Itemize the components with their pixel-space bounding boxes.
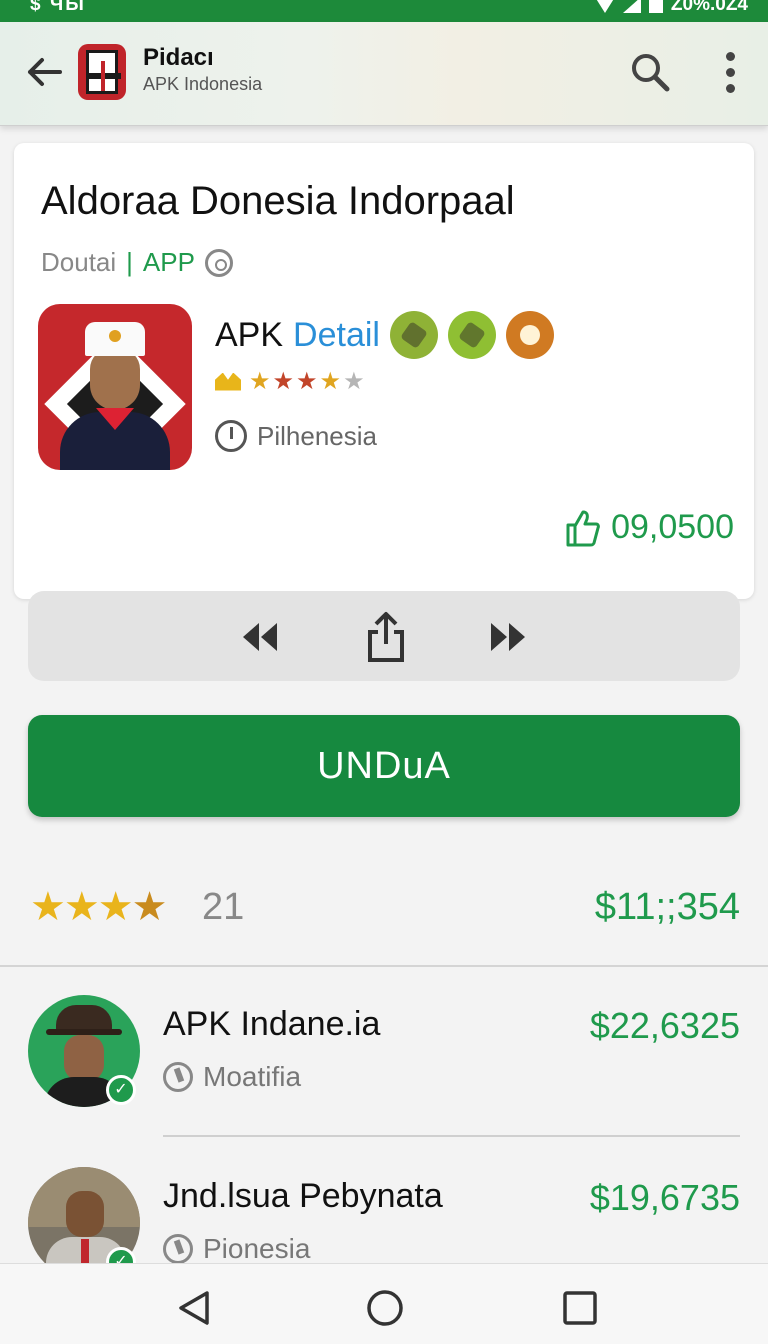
- likes-count[interactable]: 09,0500: [565, 508, 734, 547]
- app-rating: ★ ★ ★ ★ ★: [215, 367, 365, 396]
- status-left: $ ЧЫ: [30, 0, 86, 15]
- fast-forward-icon: [491, 623, 525, 651]
- status-right: Z0%.0Z4: [594, 0, 748, 16]
- more-dot: [725, 83, 735, 93]
- crown-icon: [215, 372, 241, 391]
- rewind-icon: [243, 623, 277, 651]
- nav-recents-button[interactable]: [560, 1288, 600, 1328]
- more-dot: [725, 67, 735, 77]
- more-options-button[interactable]: [712, 50, 748, 94]
- star-icon: ★: [249, 368, 271, 395]
- star-half-icon: ★: [131, 885, 168, 929]
- apk-label: APK: [215, 315, 284, 354]
- app-detail-card: Aldoraa Donesia Indorpaal Doutai | APP A…: [14, 143, 754, 599]
- region-label: Pilhenesia: [257, 420, 377, 451]
- back-button[interactable]: [22, 50, 66, 94]
- app-title: Pidacı: [143, 44, 214, 71]
- star-icon: ★: [97, 885, 134, 929]
- battery-icon: [648, 0, 663, 13]
- nav-back-icon: [179, 1291, 209, 1325]
- thumbs-up-icon: [566, 510, 600, 546]
- star-empty-icon: ★: [343, 368, 365, 395]
- detail-link[interactable]: Detail: [293, 316, 380, 355]
- rating-summary: ★ ★ ★ ★ 21 $11;;354: [28, 880, 740, 936]
- more-vert-icon: [725, 51, 735, 61]
- star-icon: ★: [272, 368, 295, 395]
- developer-link[interactable]: Doutai: [41, 247, 116, 278]
- verified-check-icon: ✓: [106, 1075, 136, 1105]
- region-row: Pilhenesia: [215, 420, 377, 452]
- app-type-label: APP: [142, 247, 195, 277]
- compass-badge-icon: [505, 311, 554, 359]
- summary-price: $11;;354: [594, 886, 740, 928]
- nav-back-button[interactable]: [174, 1288, 214, 1328]
- wifi-icon: [594, 0, 615, 13]
- app-logo: [78, 44, 126, 100]
- fast-forward-button[interactable]: [480, 609, 536, 665]
- nav-home-button[interactable]: [365, 1288, 405, 1328]
- app-bar: Pidacı APK Indonesia: [0, 22, 768, 126]
- app-meta: Doutai | APP: [41, 247, 233, 278]
- list-item-sub: Moatifia: [163, 1061, 301, 1093]
- list-item-sub-label: Pionesia: [203, 1233, 311, 1264]
- bird-badge-icon: [447, 311, 496, 359]
- app-name-heading: Aldoraa Donesia Indorpaal: [41, 179, 515, 223]
- meta-separator: |: [126, 247, 133, 277]
- list-item-name: Jnd.lsua Pebynata: [163, 1177, 443, 1215]
- action-controls: [28, 591, 740, 681]
- review-count: 21: [202, 886, 245, 928]
- rewind-button[interactable]: [232, 609, 288, 665]
- status-battery-text: Z0%.0Z4: [670, 0, 748, 15]
- share-icon: [368, 612, 404, 662]
- clock-icon: [215, 420, 247, 452]
- star-icon: ★: [63, 885, 100, 929]
- leaf-badge-icon: [389, 311, 438, 359]
- section-divider: [0, 965, 768, 967]
- nav-recents-icon: [563, 1291, 597, 1325]
- system-nav-bar: [0, 1263, 768, 1344]
- app-icon-large: [38, 304, 192, 470]
- search-button[interactable]: [628, 50, 672, 94]
- list-item-sub-label: Moatifia: [203, 1061, 302, 1092]
- nav-home-icon: [367, 1290, 403, 1326]
- share-button[interactable]: [358, 609, 414, 665]
- back-arrow-icon: [28, 58, 62, 86]
- list-divider: [163, 1135, 740, 1137]
- list-item-price: $22,6325: [589, 1005, 740, 1046]
- star-icon: ★: [30, 885, 66, 929]
- sync-icon: [204, 248, 233, 277]
- list-item[interactable]: ✓ APK Indane.ia Moatifia $22,6325: [0, 995, 768, 1137]
- star-icon: ★: [319, 368, 342, 395]
- timer-icon: [163, 1062, 193, 1092]
- download-button[interactable]: UNDuA: [28, 715, 740, 817]
- list-item-sub: Pionesia: [163, 1233, 310, 1265]
- likes-value: 09,0500: [611, 508, 734, 546]
- signal-icon: [622, 0, 641, 13]
- status-bar: $ ЧЫ Z0%.0Z4: [0, 0, 768, 22]
- apk-detail-row: APK Detail: [215, 311, 554, 359]
- star-icon: ★: [296, 368, 318, 395]
- summary-stars: ★ ★ ★ ★: [30, 884, 168, 930]
- app-subtitle: APK Indonesia: [143, 74, 263, 94]
- timer-icon: [163, 1234, 193, 1264]
- list-item-name: APK Indane.ia: [163, 1005, 381, 1043]
- list-item-price: $19,6735: [589, 1177, 740, 1218]
- search-icon: [632, 54, 670, 92]
